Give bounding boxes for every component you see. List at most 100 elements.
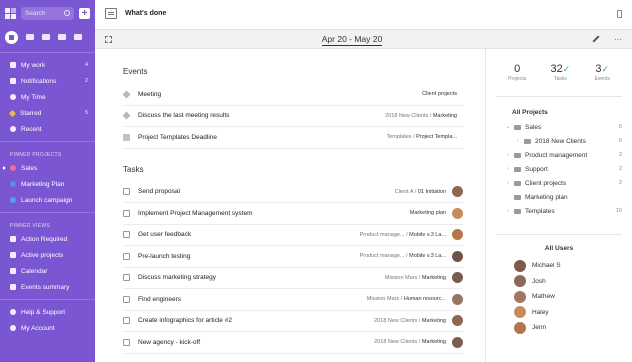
avatar[interactable] xyxy=(452,293,463,305)
breadcrumb[interactable]: Product manage... / Mobile v.3 La... xyxy=(360,253,446,259)
project-name[interactable]: Product management xyxy=(525,152,619,159)
pin-icon[interactable] xyxy=(617,9,622,18)
briefcase-icon[interactable] xyxy=(26,34,34,40)
breadcrumb[interactable]: Templates / Project Templa... xyxy=(386,134,457,140)
add-button[interactable]: + xyxy=(79,7,90,19)
event-title[interactable]: Project Templates Deadline xyxy=(138,134,386,141)
user-item[interactable]: Michael S xyxy=(496,258,622,274)
project-name[interactable]: Templates xyxy=(525,208,616,215)
project-tree-item[interactable]: › 2018 New Clients 5 xyxy=(496,134,622,148)
event-title[interactable]: Meeting xyxy=(138,91,422,98)
sidebar-item[interactable]: My work 4 xyxy=(0,57,95,73)
date-range-label[interactable]: Apr 20 - May 20 xyxy=(321,34,383,46)
chevron-icon[interactable]: › xyxy=(514,138,522,144)
inbox-icon[interactable] xyxy=(42,34,50,40)
sidebar-item[interactable]: My Account xyxy=(0,320,95,336)
breadcrumb[interactable]: 2018 New Clients / Marketing xyxy=(374,339,446,345)
task-title[interactable]: Create infographics for article #2 xyxy=(138,317,374,324)
event-row[interactable]: Discuss the last meeting results 2018 New… xyxy=(122,106,463,127)
user-item[interactable]: Mathew xyxy=(496,289,622,305)
user-item[interactable]: Josh xyxy=(496,274,622,290)
user-item[interactable]: Haley xyxy=(496,305,622,321)
sidebar-item[interactable]: Starred 5 xyxy=(0,105,95,121)
avatar[interactable] xyxy=(452,186,463,198)
project-name[interactable]: Marketing plan xyxy=(525,194,622,201)
chevron-icon[interactable]: ⌄ xyxy=(504,124,512,130)
event-title[interactable]: Discuss the last meeting results xyxy=(138,112,385,119)
avatar[interactable] xyxy=(452,272,463,284)
expand-icon[interactable] xyxy=(105,35,112,43)
edit-icon[interactable] xyxy=(592,35,600,43)
project-name[interactable]: Sales xyxy=(525,124,619,131)
event-row[interactable]: Project Templates Deadline Templates / Pr… xyxy=(123,127,463,149)
avatar[interactable] xyxy=(452,207,463,219)
sidebar-item[interactable]: Help & Support xyxy=(0,304,95,320)
breadcrumb[interactable]: 2018 New Clients / Marketing xyxy=(385,113,457,119)
task-title[interactable]: Send proposal xyxy=(138,188,395,195)
date-range-picker[interactable]: Apr 20 - May 20 xyxy=(112,34,592,46)
sidebar-item[interactable]: Recent xyxy=(0,121,95,137)
breadcrumb[interactable]: Client projects xyxy=(422,91,457,97)
task-row[interactable]: Implement Project Management system Marke… xyxy=(123,203,463,225)
project-tree-item[interactable]: Marketing plan xyxy=(496,190,622,204)
user-item[interactable]: Jenn xyxy=(496,320,622,336)
breadcrumb[interactable]: Client A / 01 Initiation xyxy=(395,189,446,195)
task-title[interactable]: Discuss marketing strategy xyxy=(138,274,385,281)
pinned-project-item[interactable]: Sales xyxy=(0,160,95,176)
chevron-icon[interactable]: › xyxy=(504,180,512,186)
folder-icon xyxy=(514,152,521,158)
sidebar-item-label: Events summary xyxy=(21,283,70,291)
avatar[interactable] xyxy=(452,315,463,327)
pinned-project-item[interactable]: Marketing Plan xyxy=(0,176,95,192)
date-bar: Apr 20 - May 20 ··· xyxy=(95,29,632,49)
pinned-project-item[interactable]: Launch campaign xyxy=(0,192,95,208)
chevron-icon[interactable]: › xyxy=(504,166,512,172)
task-row[interactable]: Create infographics for article #2 2018 N… xyxy=(123,311,463,332)
task-row[interactable]: Send proposal Client A / 01 Initiation xyxy=(123,182,463,203)
building-icon[interactable] xyxy=(58,34,66,40)
project-name[interactable]: Client projects xyxy=(525,180,619,187)
project-tree-item[interactable]: › Templates 10 xyxy=(496,204,622,218)
task-title[interactable]: Pre-launch testing xyxy=(138,253,360,260)
task-title[interactable]: Implement Project Management system xyxy=(138,210,410,217)
logo-icon[interactable] xyxy=(5,7,16,19)
avatar[interactable] xyxy=(452,336,463,348)
sidebar-item[interactable]: Notifications 2 xyxy=(0,73,95,89)
task-row[interactable]: Discuss marketing strategy Mission Mars /… xyxy=(123,268,463,289)
avatar[interactable] xyxy=(452,229,463,241)
search-input[interactable]: Search xyxy=(21,6,74,20)
task-title[interactable]: Get user feedback xyxy=(138,231,360,238)
avatar[interactable] xyxy=(452,250,463,262)
pinned-view-item[interactable]: Action Required xyxy=(0,231,95,247)
project-tree-item[interactable]: ⌄ Sales 5 xyxy=(496,120,622,134)
sidebar-item[interactable]: My Time xyxy=(0,89,95,105)
project-tree-item[interactable]: › Product management 2 xyxy=(496,148,622,162)
bell-icon xyxy=(10,78,16,84)
home-icon[interactable] xyxy=(5,30,18,44)
pinned-view-item[interactable]: Active projects xyxy=(0,247,95,263)
task-row[interactable]: Find engineers Mission Mars / Human resou… xyxy=(123,289,463,311)
task-row[interactable]: Pre-launch testing Product manage... / Mo… xyxy=(123,246,463,268)
breadcrumb[interactable]: 2018 New Clients / Marketing xyxy=(374,318,446,324)
project-tree-item[interactable]: › Support 2 xyxy=(496,162,622,176)
breadcrumb[interactable]: Mission Mars / Marketing xyxy=(385,275,446,281)
event-row[interactable]: Meeting Client projects xyxy=(122,84,463,106)
task-row[interactable]: New agency - kick-off 2018 New Clients / … xyxy=(123,332,463,354)
project-name[interactable]: 2018 New Clients xyxy=(535,138,619,145)
pinned-view-item[interactable]: Events summary xyxy=(0,279,95,295)
avatar xyxy=(514,306,526,319)
project-name[interactable]: Support xyxy=(525,166,619,173)
task-title[interactable]: Find engineers xyxy=(138,296,367,303)
users-icon[interactable] xyxy=(74,34,82,40)
task-row[interactable]: Get user feedback Product manage... / Mob… xyxy=(123,225,463,246)
breadcrumb[interactable]: Mission Mars / Human resourc... xyxy=(367,296,446,302)
chevron-icon[interactable]: › xyxy=(504,152,512,158)
more-icon[interactable]: ··· xyxy=(614,35,622,44)
project-tree-item[interactable]: › Client projects 2 xyxy=(496,176,622,190)
breadcrumb[interactable]: Marketing plan xyxy=(410,210,446,216)
pinned-view-item[interactable]: Calendar xyxy=(0,263,95,279)
breadcrumb[interactable]: Product manage... / Mobile v.3 La... xyxy=(360,232,446,238)
task-title[interactable]: New agency - kick-off xyxy=(138,339,374,346)
chevron-icon[interactable]: › xyxy=(504,208,512,214)
sidebar-item-label: Notifications xyxy=(21,77,57,85)
